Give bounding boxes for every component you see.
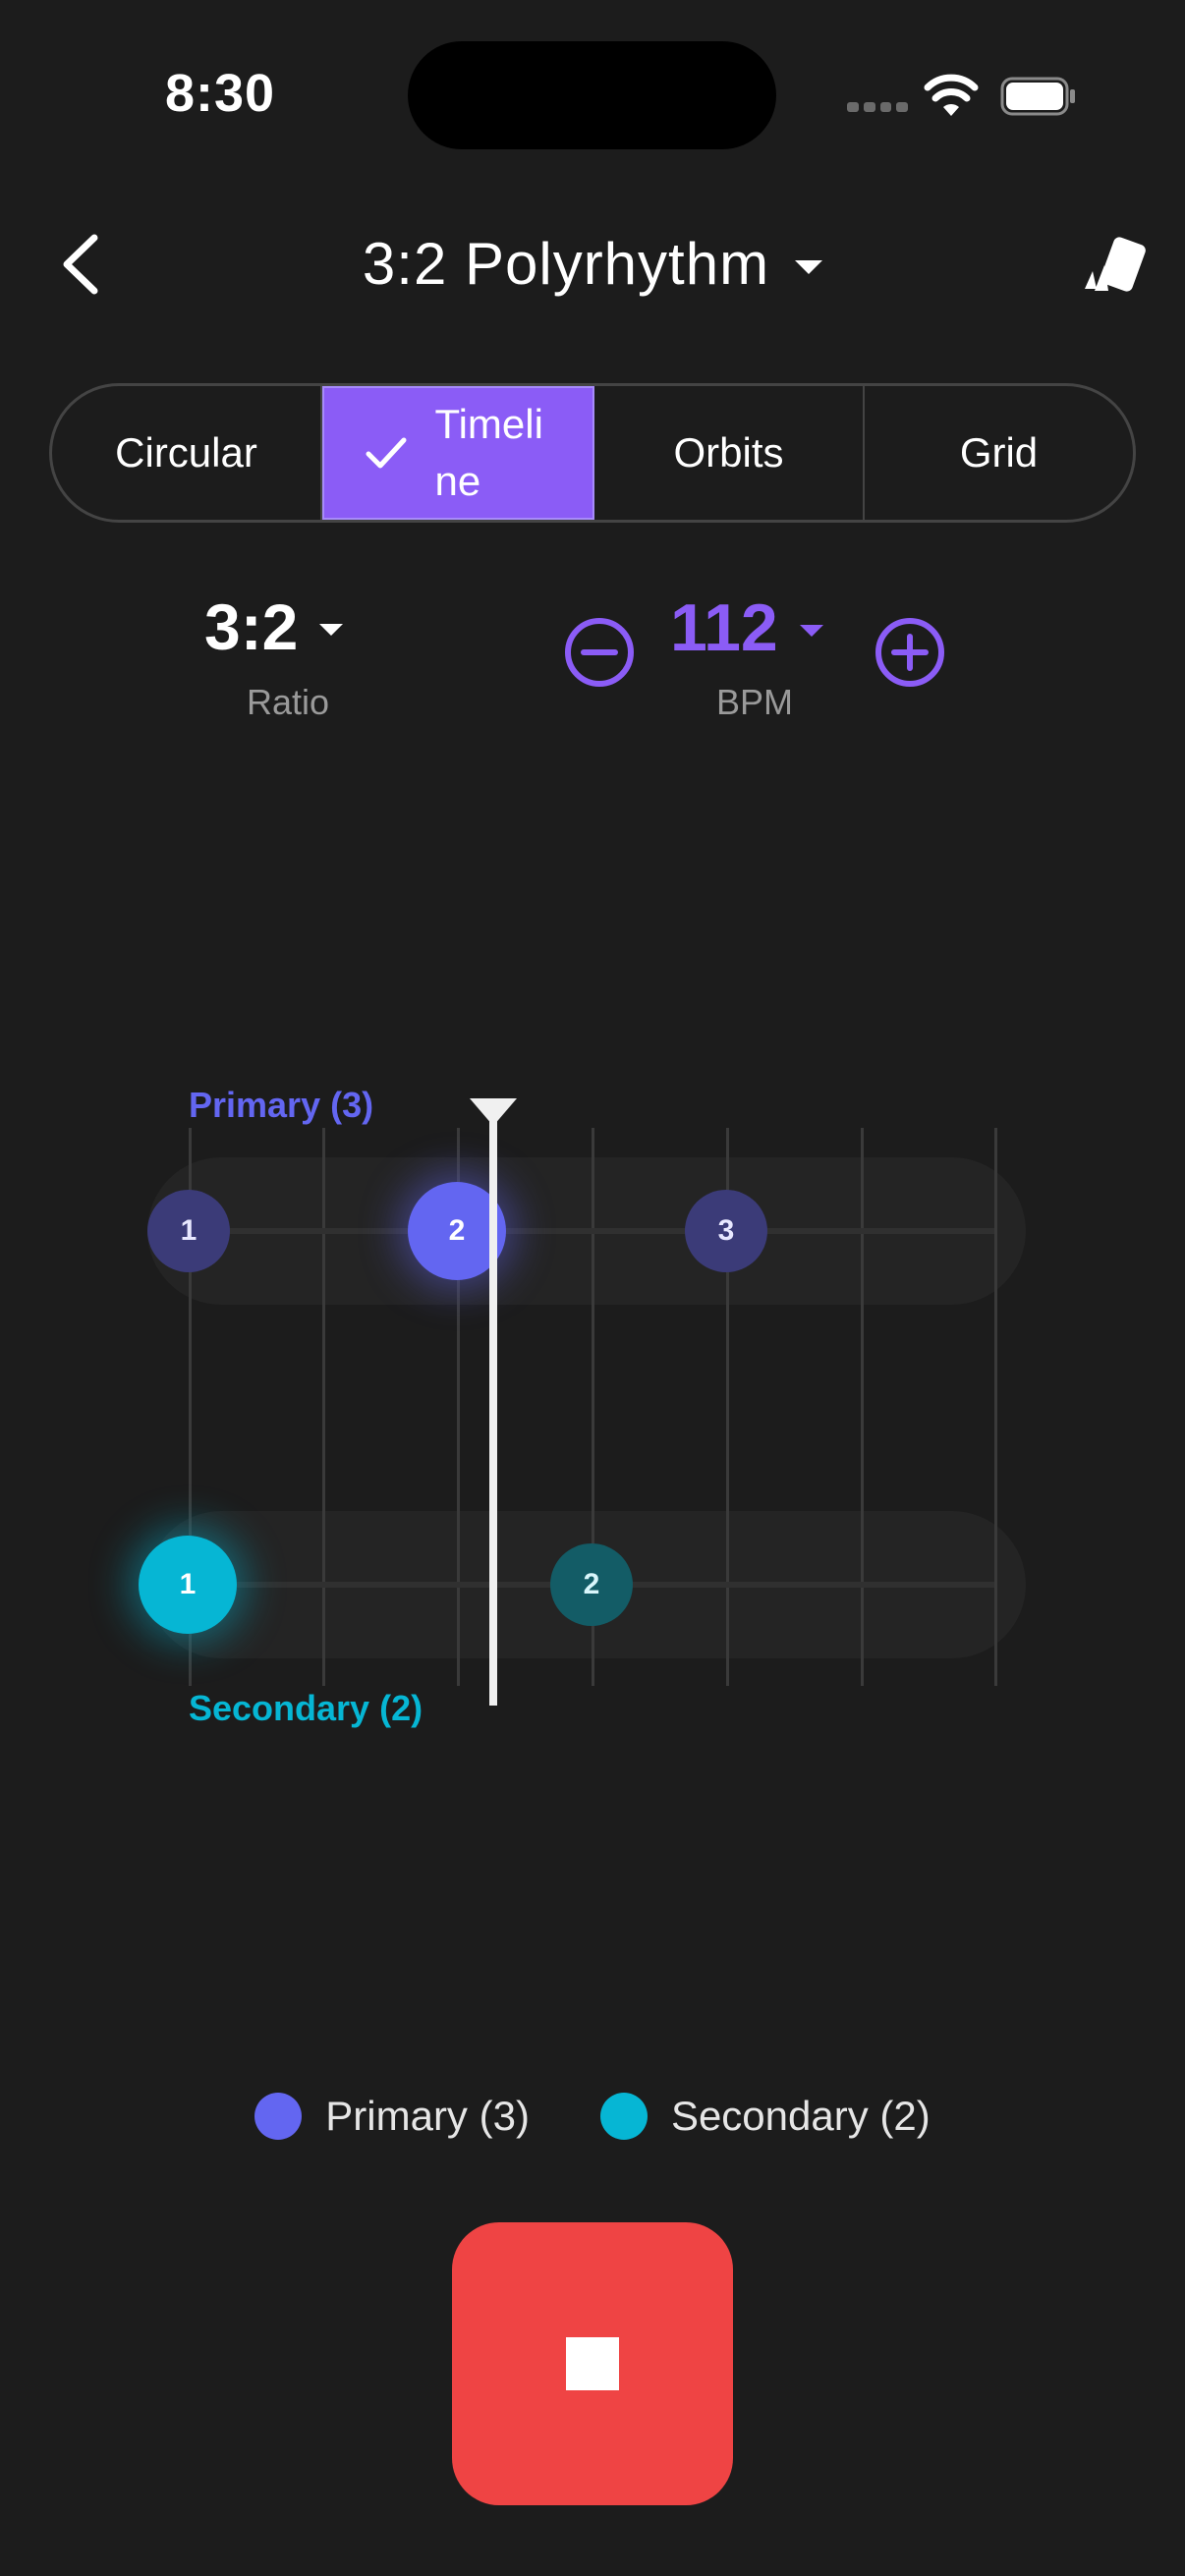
primary-beat-3[interactable]: 3 <box>685 1190 767 1272</box>
tab-grid[interactable]: Grid <box>865 386 1133 520</box>
legend-primary: Primary (3) <box>254 2093 530 2140</box>
primary-beat-1[interactable]: 1 <box>147 1190 230 1272</box>
dropdown-caret-icon <box>319 624 344 636</box>
playhead-marker-icon <box>470 1098 517 1126</box>
checkmark-icon <box>366 437 406 469</box>
timeline-gridline <box>322 1128 325 1686</box>
dropdown-caret-icon <box>795 259 823 274</box>
share-cards-icon[interactable] <box>1079 232 1148 299</box>
tab-circular[interactable]: Circular <box>52 386 322 520</box>
secondary-dot-icon <box>599 2093 648 2140</box>
status-time: 8:30 <box>165 64 276 123</box>
primary-dot-icon <box>254 2093 303 2140</box>
bpm-selector[interactable]: 112 <box>670 589 823 666</box>
stop-button[interactable] <box>452 2222 733 2505</box>
dynamic-island <box>408 41 776 149</box>
secondary-beat-1-active[interactable]: 1 <box>139 1536 237 1634</box>
legend: Primary (3) Secondary (2) <box>0 2093 1185 2140</box>
plus-circle-icon[interactable] <box>875 617 945 688</box>
playhead[interactable] <box>489 1120 497 1706</box>
ratio-selector[interactable]: 3:2 <box>204 589 344 664</box>
secondary-track-label: Secondary (2) <box>189 1688 423 1728</box>
battery-icon <box>1000 77 1075 116</box>
timeline-gridline <box>861 1128 864 1686</box>
legend-secondary: Secondary (2) <box>599 2093 931 2140</box>
minus-circle-icon[interactable] <box>564 617 635 688</box>
secondary-beat-2[interactable]: 2 <box>550 1543 633 1626</box>
tab-timeline[interactable]: Timeline <box>322 386 594 520</box>
bpm-value: 112 <box>670 590 778 665</box>
primary-track-line <box>189 1228 994 1234</box>
ratio-label: Ratio <box>246 682 330 722</box>
ratio-value: 3:2 <box>204 590 299 663</box>
stop-icon <box>566 2337 619 2390</box>
view-mode-segmented-control: Circular Timeline Orbits Grid <box>49 383 1136 523</box>
timeline-gridline <box>994 1128 997 1686</box>
tab-orbits[interactable]: Orbits <box>594 386 865 520</box>
wifi-icon <box>924 74 979 116</box>
bpm-label: BPM <box>715 682 793 722</box>
page-title: 3:2 Polyrhythm <box>362 231 770 297</box>
dropdown-caret-icon <box>799 625 823 637</box>
primary-track-label: Primary (3) <box>189 1085 374 1125</box>
cellular-signal-icon <box>847 102 908 116</box>
preset-title-selector[interactable]: 3:2 Polyrhythm <box>0 230 1185 298</box>
